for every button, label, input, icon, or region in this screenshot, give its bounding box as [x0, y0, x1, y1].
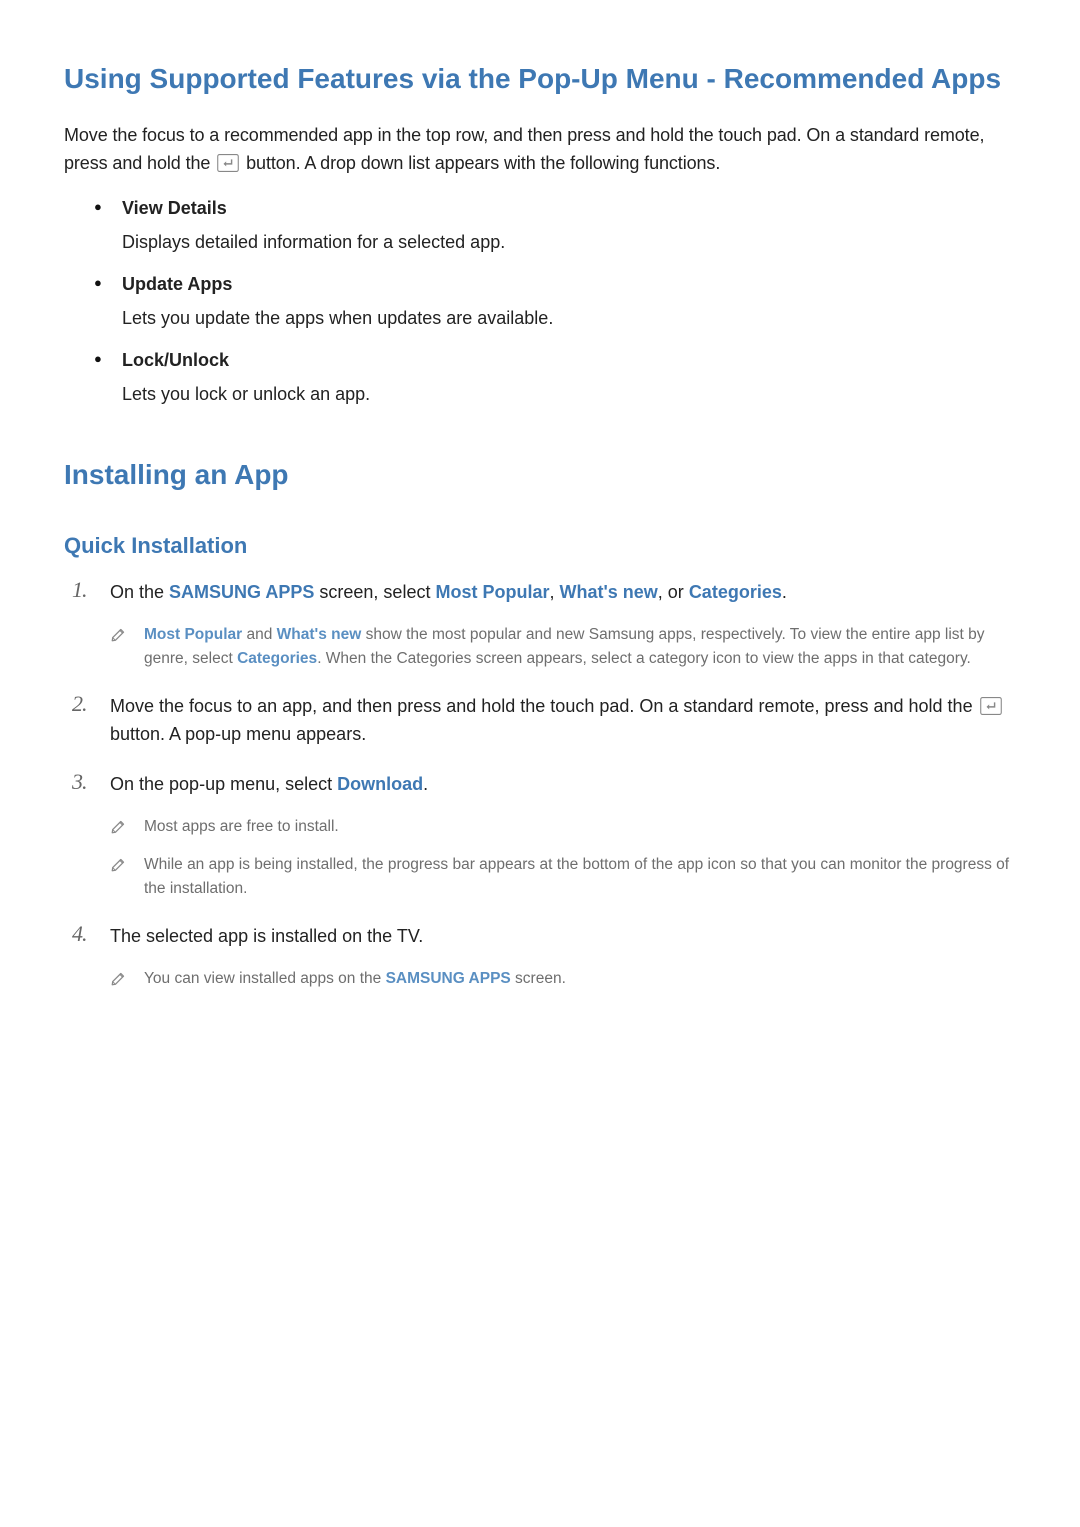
feature-title: View Details	[94, 198, 1016, 219]
highlight-whats-new: What's new	[277, 626, 362, 643]
intro-paragraph: Move the focus to a recommended app in t…	[64, 122, 1016, 178]
subheading-quick-installation: Quick Installation	[64, 533, 1016, 559]
text: While an app is being installed, the pro…	[144, 856, 1009, 897]
text: .	[782, 582, 787, 602]
highlight-most-popular: Most Popular	[435, 582, 549, 602]
popup-features-list: View Details Displays detailed informati…	[94, 198, 1016, 408]
list-item: Move the focus to an app, and then press…	[72, 693, 1016, 749]
highlight-whats-new: What's new	[560, 582, 658, 602]
feature-desc: Displays detailed information for a sele…	[94, 232, 505, 252]
step-text: On the pop-up menu, select Download.	[110, 771, 1016, 799]
text: On the pop-up menu, select	[110, 774, 337, 794]
text: . When the Categories screen appears, se…	[317, 650, 971, 667]
text: and	[242, 626, 276, 643]
step-text: The selected app is installed on the TV.	[110, 923, 1016, 951]
pencil-note-icon	[110, 817, 128, 835]
text: ,	[549, 582, 559, 602]
highlight-most-popular: Most Popular	[144, 626, 242, 643]
note: While an app is being installed, the pro…	[110, 853, 1016, 901]
note: You can view installed apps on the SAMSU…	[110, 967, 1016, 991]
text: .	[423, 774, 428, 794]
list-item: Update Apps Lets you update the apps whe…	[94, 274, 1016, 332]
note: Most Popular and What's new show the mos…	[110, 623, 1016, 671]
heading-installing-app: Installing an App	[64, 456, 1016, 494]
text: screen, select	[314, 582, 435, 602]
feature-title: Update Apps	[94, 274, 1016, 295]
text: screen.	[511, 970, 566, 987]
list-item: On the SAMSUNG APPS screen, select Most …	[72, 579, 1016, 671]
highlight-download: Download	[337, 774, 423, 794]
installation-steps: On the SAMSUNG APPS screen, select Most …	[72, 579, 1016, 991]
heading-popup-menu: Using Supported Features via the Pop-Up …	[64, 60, 1016, 98]
pencil-note-icon	[110, 625, 128, 643]
pencil-note-icon	[110, 855, 128, 873]
highlight-categories: Categories	[689, 582, 782, 602]
list-item: View Details Displays detailed informati…	[94, 198, 1016, 256]
text: , or	[658, 582, 689, 602]
feature-desc: Lets you update the apps when updates ar…	[94, 308, 553, 328]
highlight-samsung-apps: SAMSUNG APPS	[169, 582, 314, 602]
enter-button-icon	[217, 154, 239, 172]
list-item: On the pop-up menu, select Download. Mos…	[72, 771, 1016, 901]
pencil-note-icon	[110, 969, 128, 987]
text: Most apps are free to install.	[144, 818, 339, 835]
note: Most apps are free to install.	[110, 815, 1016, 839]
step-text: On the SAMSUNG APPS screen, select Most …	[110, 579, 1016, 607]
text: On the	[110, 582, 169, 602]
highlight-samsung-apps: SAMSUNG APPS	[386, 970, 511, 987]
intro-text-post: button. A drop down list appears with th…	[241, 153, 720, 173]
enter-button-icon	[980, 697, 1002, 715]
step-text: Move the focus to an app, and then press…	[110, 693, 1016, 749]
text: You can view installed apps on the	[144, 970, 386, 987]
feature-title: Lock/Unlock	[94, 350, 1016, 371]
text: Move the focus to an app, and then press…	[110, 696, 978, 716]
feature-desc: Lets you lock or unlock an app.	[94, 384, 370, 404]
list-item: The selected app is installed on the TV.…	[72, 923, 1016, 991]
text: button. A pop-up menu appears.	[110, 724, 366, 744]
highlight-categories: Categories	[237, 650, 317, 667]
list-item: Lock/Unlock Lets you lock or unlock an a…	[94, 350, 1016, 408]
